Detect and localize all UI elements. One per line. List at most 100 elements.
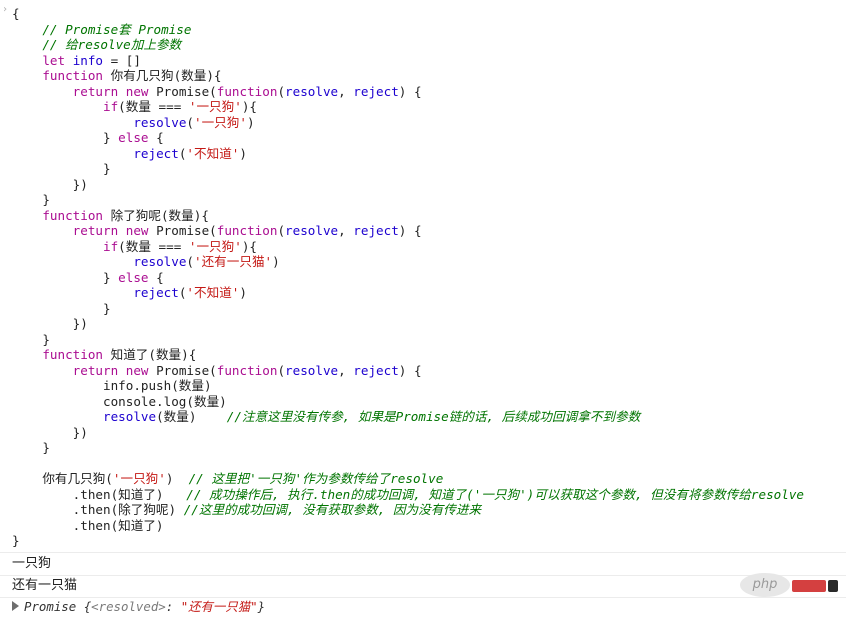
code-line: // 给resolve加上参数 [12,37,804,53]
code-token: Promise( [148,362,217,378]
code-token: ) [272,254,280,269]
code-token: } [12,440,50,455]
code-line: if(数量 === '一只狗'){ [12,239,804,255]
code-token: } [12,192,50,207]
result-value: "还有一只猫" [180,599,258,614]
code-token: reject [353,362,399,378]
code-token: ){ [241,99,257,114]
code-token: .then(知道了) [12,486,187,502]
code-token: new [125,83,149,99]
code-token: function [42,347,104,362]
code-token: reject [133,145,179,161]
code-token: new [125,223,149,238]
code-line: { [12,6,804,22]
code-token: '一只狗' [188,238,242,254]
code-line: resolve(数量) //注意这里没有传参, 如果是Promise链的话, 后… [12,409,804,425]
result-object-name: Promise [24,599,84,614]
expand-triangle-icon[interactable] [12,601,19,611]
code-token: } [12,269,119,285]
code-token: else [118,269,149,285]
code-line: } [12,301,804,317]
result-text: Promise {<resolved>: "还有一只猫"} [24,597,265,617]
code-token: } [12,161,111,176]
code-token: ) [246,114,255,130]
code-token: '一只狗' [112,471,166,486]
code-token: .then(知道了) [12,517,164,533]
code-line: console.log(数量) [12,394,804,410]
code-token: } [12,533,20,548]
code-token: 除了狗呢(数量){ [103,207,209,223]
watermark-dark-block [828,580,838,592]
code-token: = [] [103,52,141,68]
code-line: } else { [12,130,804,146]
code-line: function 知道了(数量){ [12,347,804,363]
watermark-red-block [792,580,826,592]
code-token: return [72,223,119,238]
code-token: 你有几只狗( [12,471,113,486]
code-token: if [103,99,119,114]
code-token: 知道了(数量){ [103,347,197,362]
code-token: // Promise套 Promise [42,21,192,37]
code-token: reject [353,223,399,238]
code-line: return new Promise(function(resolve, rej… [12,223,804,239]
code-token: '不知道' [186,285,240,300]
code-line: return new Promise(function(resolve, rej… [12,363,804,379]
code-token: //注意这里没有传参, 如果是Promise链的话, 后续成功回调拿不到参数 [226,409,641,424]
code-token: { [148,130,164,145]
result-key: <resolved> [91,599,166,614]
code-token: ) [239,285,247,300]
code-token: } [12,300,111,316]
code-token: resolve [285,83,339,99]
code-line: 你有几只狗('一只狗') // 这里把'一只狗'作为参数传给了resolve [12,471,804,487]
code-token: resolve [285,223,339,238]
code-token: return [72,362,119,378]
code-line: info.push(数量) [12,378,804,394]
code-token: reject [353,83,399,99]
code-token: function [216,223,278,238]
code-line: .then(知道了) // 成功操作后, 执行.then的成功回调, 知道了('… [12,487,804,503]
console-log-entry: 还有一只猫 [0,575,846,598]
code-line: } else { [12,270,804,286]
code-line: function 你有几只狗(数量){ [12,68,804,84]
code-token: return [72,83,119,99]
code-line: reject('不知道') [12,146,804,162]
code-line: // Promise套 Promise [12,22,804,38]
code-token: resolve [103,409,157,424]
code-token: , [338,362,354,378]
console-log-entry: 一只狗 [0,553,846,576]
code-token: ( [186,254,194,269]
code-token: 你有几只狗(数量){ [103,68,222,83]
code-line: reject('不知道') [12,285,804,301]
code-token: (数量 === [118,99,189,114]
code-line: .then(知道了) [12,518,804,534]
code-token: // 给resolve加上参数 [42,37,182,52]
code-line: .then(除了狗呢) //这里的成功回调, 没有获取参数, 因为没有传进来 [12,502,804,518]
code-token: ) [239,145,247,161]
result-brace-close: } [257,599,266,614]
console-result-entry[interactable]: Promise {<resolved>: "还有一只猫"} [0,597,846,618]
code-token: ( [277,362,286,378]
code-token: let [42,52,66,68]
code-token: , [338,223,354,238]
code-token: else [118,130,149,145]
code-token: } [12,331,50,347]
code-token: function [42,68,104,83]
code-line: if(数量 === '一只狗'){ [12,99,804,115]
code-line: resolve('还有一只猫') [12,254,804,270]
php-logo-icon: php [740,573,790,597]
code-token: ( [277,83,286,99]
code-token: function [42,207,104,223]
code-line: return new Promise(function(resolve, rej… [12,84,804,100]
